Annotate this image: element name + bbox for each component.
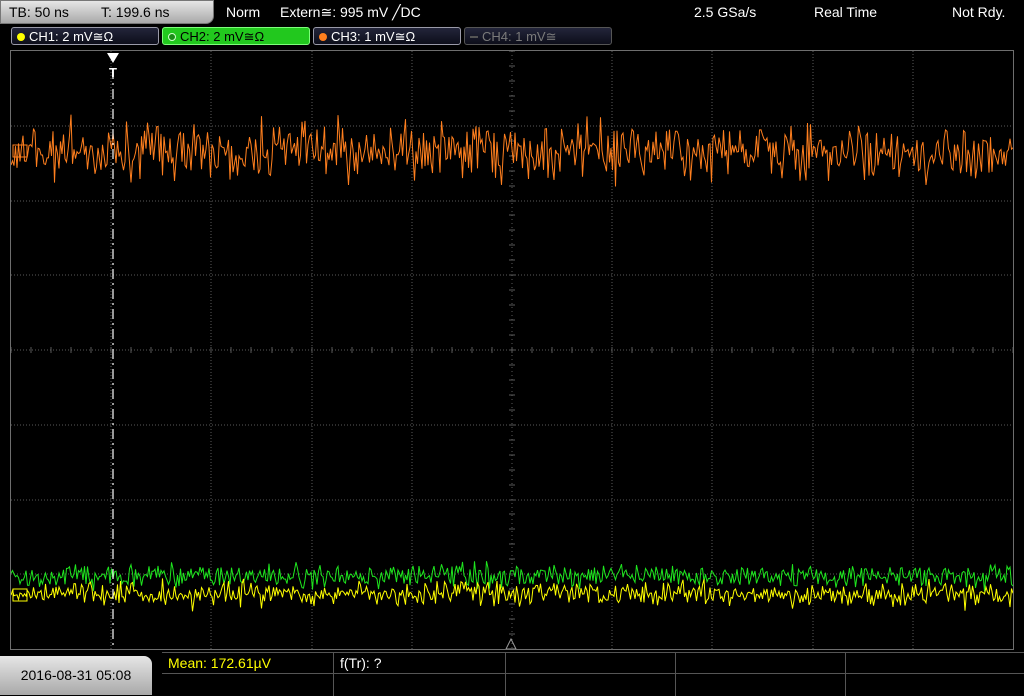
channel-4-button[interactable]: CH4: 1 mV≅ [464, 27, 612, 45]
timebase-box[interactable]: TB: 50 ns T: 199.6 ns [0, 0, 214, 24]
mean-measurement: Mean: 172.61µV [168, 655, 272, 671]
date-time-box: 2016-08-31 05:08 [0, 656, 152, 695]
measurement-cell-3[interactable] [506, 653, 676, 696]
measurement-cell-2[interactable]: f(Tr): ? [334, 653, 506, 696]
timebase-label: TB: 50 ns [9, 4, 69, 20]
channel-3-button[interactable]: CH3: 1 mV≅Ω [313, 27, 461, 45]
channel-1-label: CH1: 2 mV≅Ω [29, 29, 114, 44]
channel-2-button[interactable]: CH2: 2 mV≅Ω [162, 27, 310, 45]
channel-3-dot-icon [319, 33, 327, 41]
channel-2-label: CH2: 2 mV≅Ω [180, 29, 265, 44]
channel-2-dot-icon [168, 33, 176, 41]
trigger-frequency-measurement: f(Tr): ? [340, 655, 382, 671]
trigger-marker-icon[interactable] [107, 53, 119, 63]
trigger-time-label: T: 199.6 ns [101, 4, 170, 20]
waveform-display[interactable]: T [10, 50, 1014, 650]
top-status-bar: TB: 50 ns T: 199.6 ns Norm Extern≅: 995 … [0, 0, 1024, 24]
channel-3-label: CH3: 1 mV≅Ω [331, 29, 416, 44]
date-time: 2016-08-31 05:08 [20, 667, 132, 683]
channel-4-label: CH4: 1 mV≅ [482, 29, 557, 44]
time-reference-marker-icon [505, 637, 517, 649]
channel-1-button[interactable]: CH1: 2 mV≅Ω [11, 27, 159, 45]
sample-rate: 2.5 GSa/s [694, 4, 757, 20]
measurement-cell-4[interactable] [676, 653, 846, 696]
acquisition-state: Not Rdy. [952, 4, 1006, 20]
measurement-cell-5[interactable] [846, 653, 1024, 696]
trigger-source[interactable]: Extern≅: 995 mV ╱DC [280, 0, 421, 24]
trigger-mode[interactable]: Norm [226, 0, 260, 24]
channel-2-waveform [11, 561, 1013, 592]
channel-bar: CH1: 2 mV≅Ω CH2: 2 mV≅Ω CH3: 1 mV≅Ω CH4:… [0, 26, 1024, 48]
channel-1-dot-icon [17, 33, 25, 41]
measurement-bar: Mean: 172.61µV f(Tr): ? [162, 652, 1024, 696]
waveform-canvas[interactable]: T [11, 51, 1013, 649]
channel-4-dash-icon [470, 36, 478, 38]
acquisition-mode: Real Time [814, 4, 878, 20]
measurement-cell-1[interactable]: Mean: 172.61µV [162, 653, 334, 696]
trigger-marker-label: T [109, 65, 117, 80]
